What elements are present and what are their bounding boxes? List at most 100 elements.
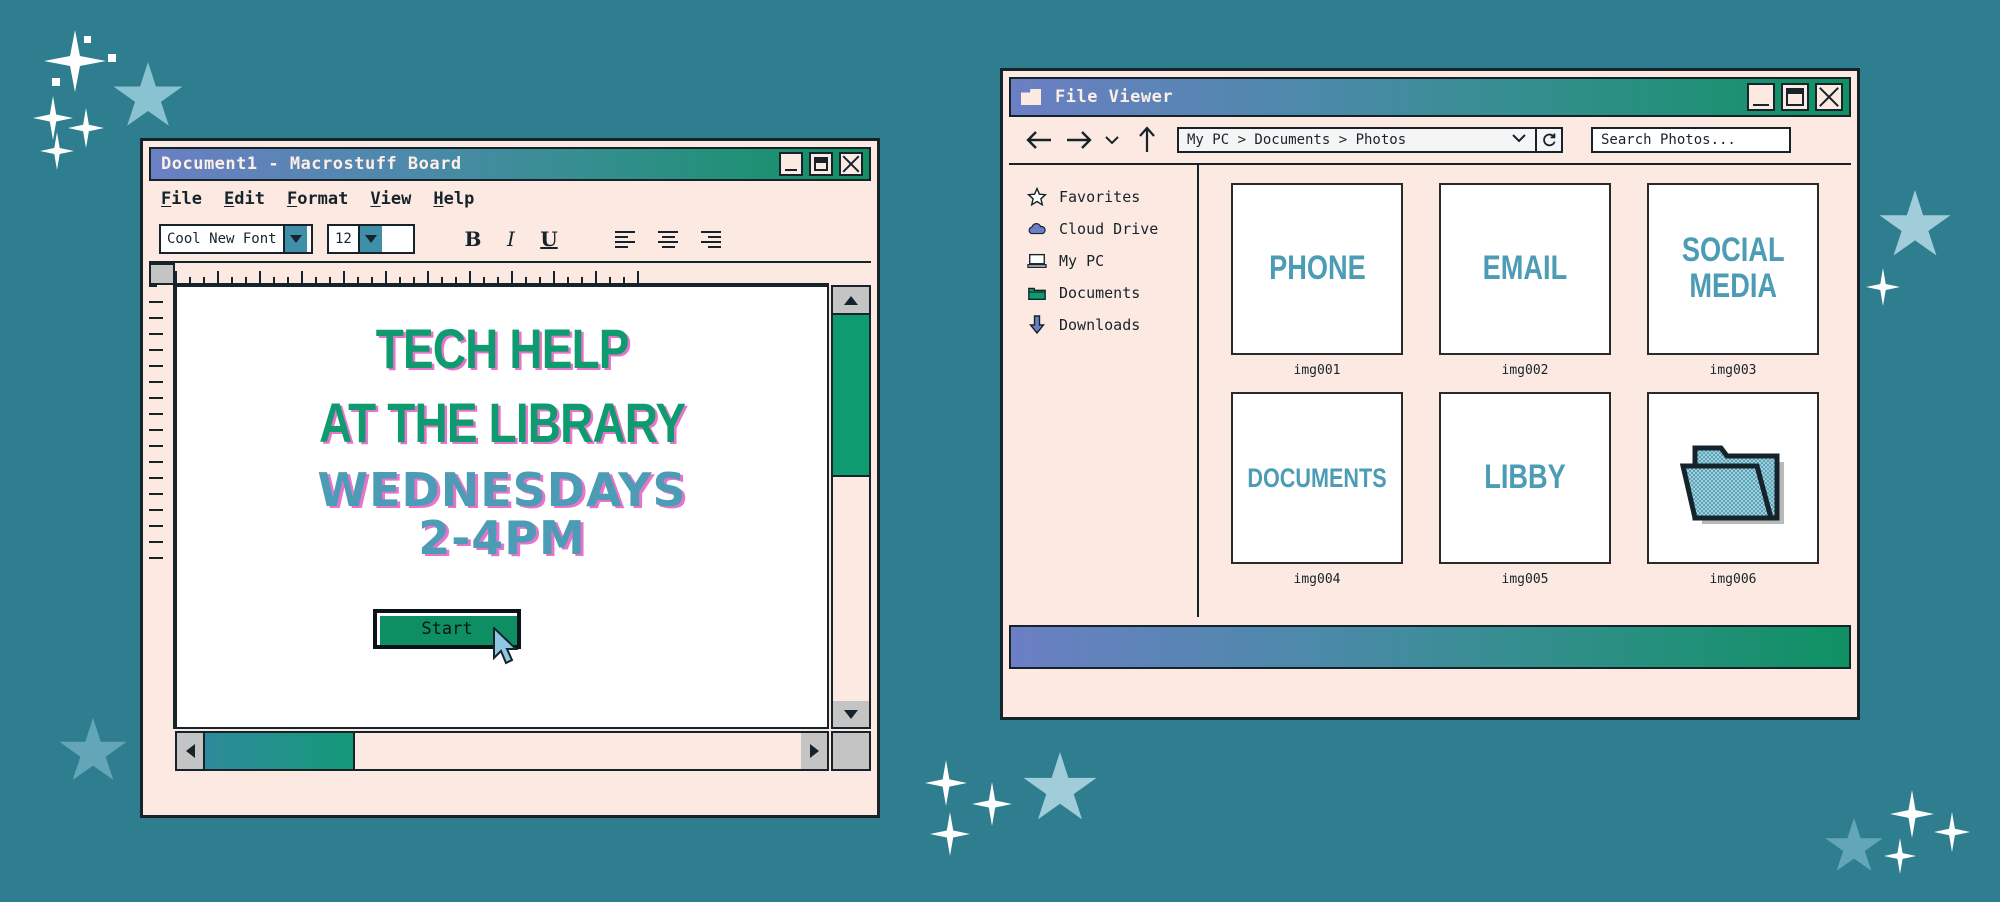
file-viewer-window[interactable]: File Viewer My PC > Documents > Photos S… xyxy=(1000,68,1860,720)
document-menubar: File Edit Format View Help xyxy=(149,181,871,217)
sidebar-item-my-pc[interactable]: My PC xyxy=(1009,245,1197,277)
address-bar[interactable]: My PC > Documents > Photos xyxy=(1177,127,1537,153)
bold-button[interactable]: B xyxy=(461,227,485,251)
sparkle-icon xyxy=(1890,790,1934,838)
pixel-star-icon xyxy=(113,62,183,126)
horizontal-scroll-track[interactable] xyxy=(355,733,801,769)
thumbnail-image[interactable] xyxy=(1647,392,1819,564)
pixel-star-icon xyxy=(1879,190,1951,256)
thumbnail-item[interactable]: DOCUMENTS img004 xyxy=(1223,392,1411,587)
chevron-down-icon[interactable] xyxy=(357,226,382,252)
forward-arrow-icon[interactable] xyxy=(1059,129,1099,151)
align-center-icon[interactable] xyxy=(655,230,681,248)
align-right-icon[interactable] xyxy=(695,230,721,248)
sidebar-label: Favorites xyxy=(1059,188,1141,206)
sidebar-item-cloud-drive[interactable]: Cloud Drive xyxy=(1009,213,1197,245)
font-family-value: Cool New Font xyxy=(167,231,277,247)
sidebar-label: Documents xyxy=(1059,284,1141,302)
thumbnail-item[interactable]: SOCIAL MEDIA img003 xyxy=(1639,183,1827,378)
thumbnail-item[interactable]: LIBBY img005 xyxy=(1431,392,1619,587)
ruler-corner xyxy=(149,263,175,285)
computer-icon xyxy=(1027,251,1047,271)
underline-button[interactable]: U xyxy=(537,227,561,251)
refresh-icon[interactable] xyxy=(1537,127,1563,153)
scroll-down-button[interactable] xyxy=(833,701,869,727)
sidebar-label: My PC xyxy=(1059,252,1105,270)
thumbnail-image[interactable]: SOCIAL MEDIA xyxy=(1647,183,1819,355)
align-left-icon[interactable] xyxy=(615,230,641,248)
poster-heading-line-1: TECH HELP xyxy=(375,317,630,380)
document-page[interactable]: TECH HELP AT THE LIBRARY WEDNESDAYS 2-4P… xyxy=(175,285,829,729)
sidebar-item-documents[interactable]: Documents xyxy=(1009,277,1197,309)
start-button-area: Start xyxy=(373,609,521,665)
menu-format[interactable]: Format xyxy=(287,189,348,209)
sparkle-dot xyxy=(84,36,91,43)
vertical-scroll-track[interactable] xyxy=(833,477,869,701)
file-viewer-titlebar[interactable]: File Viewer xyxy=(1009,77,1851,117)
thumbnail-item[interactable]: PHONE img001 xyxy=(1223,183,1411,378)
minimize-button[interactable] xyxy=(779,152,803,176)
thumbnail-image[interactable]: PHONE xyxy=(1231,183,1403,355)
document-window-controls xyxy=(779,152,863,176)
close-button[interactable] xyxy=(839,152,863,176)
menu-edit[interactable]: Edit xyxy=(224,189,265,209)
horizontal-ruler xyxy=(175,263,829,285)
menu-help[interactable]: Help xyxy=(433,189,474,209)
menu-file[interactable]: File xyxy=(161,189,202,209)
sidebar-label: Downloads xyxy=(1059,316,1141,334)
minimize-button[interactable] xyxy=(1747,83,1775,111)
history-chevron-down-icon[interactable] xyxy=(1099,134,1125,146)
scroll-right-button[interactable] xyxy=(801,733,827,769)
horizontal-scrollbar[interactable] xyxy=(175,731,829,771)
file-viewer-title: File Viewer xyxy=(1055,87,1174,107)
up-arrow-icon[interactable] xyxy=(1125,126,1169,154)
scrollbar-corner xyxy=(831,731,871,771)
sparkle-icon xyxy=(1934,812,1970,852)
sparkle-icon xyxy=(40,132,74,170)
sidebar-item-downloads[interactable]: Downloads xyxy=(1009,309,1197,341)
chevron-down-icon[interactable] xyxy=(282,226,307,252)
thumbnail-filename: img004 xyxy=(1293,572,1341,587)
thumbnail-image[interactable]: EMAIL xyxy=(1439,183,1611,355)
sparkle-icon xyxy=(925,760,967,806)
thumbnail-grid: PHONE img001 EMAIL img002 SOCIAL MEDIA i… xyxy=(1199,165,1851,617)
thumbnail-image[interactable]: LIBBY xyxy=(1439,392,1611,564)
maximize-button[interactable] xyxy=(1781,83,1809,111)
thumbnail-caption-text: PHONE xyxy=(1268,249,1366,288)
thumbnail-item[interactable]: EMAIL img002 xyxy=(1431,183,1619,378)
sparkle-icon xyxy=(33,96,73,140)
poster-heading-line-2: AT THE LIBRARY xyxy=(318,391,686,454)
document-titlebar[interactable]: Document1 - Macrostuff Board xyxy=(149,147,871,181)
back-arrow-icon[interactable] xyxy=(1019,129,1059,151)
horizontal-scroll-thumb[interactable] xyxy=(203,733,355,769)
maximize-button[interactable] xyxy=(809,152,833,176)
scroll-left-button[interactable] xyxy=(177,733,203,769)
font-family-dropdown[interactable]: Cool New Font xyxy=(159,224,313,254)
sidebar-item-favorites[interactable]: Favorites xyxy=(1009,181,1197,213)
file-viewer-window-controls xyxy=(1747,83,1843,111)
address-bar-value: My PC > Documents > Photos xyxy=(1187,132,1407,148)
thumbnail-caption-text: EMAIL xyxy=(1482,249,1568,288)
scroll-up-button[interactable] xyxy=(833,287,869,313)
thumbnail-caption-text: LIBBY xyxy=(1484,458,1566,497)
vertical-scroll-thumb[interactable] xyxy=(833,313,869,477)
font-size-dropdown[interactable]: 12 xyxy=(327,224,415,254)
search-input-placeholder: Search Photos... xyxy=(1601,132,1736,148)
document-title: Document1 - Macrostuff Board xyxy=(161,154,462,174)
pixel-star-icon xyxy=(1825,818,1883,871)
close-button[interactable] xyxy=(1815,83,1843,111)
sparkle-icon xyxy=(1884,838,1916,874)
search-input[interactable]: Search Photos... xyxy=(1591,127,1791,153)
vertical-scrollbar[interactable] xyxy=(831,285,871,729)
document-window[interactable]: Document1 - Macrostuff Board File Edit F… xyxy=(140,138,880,818)
pixel-star-icon xyxy=(1023,752,1097,820)
thumbnail-caption-text: DOCUMENTS xyxy=(1247,462,1387,493)
menu-view[interactable]: View xyxy=(370,189,411,209)
thumbnail-filename: img003 xyxy=(1709,363,1757,378)
address-chevron-down-icon[interactable] xyxy=(1511,132,1527,148)
sidebar-label: Cloud Drive xyxy=(1059,220,1159,238)
thumbnail-item[interactable]: img006 xyxy=(1639,392,1827,587)
thumbnail-image[interactable]: DOCUMENTS xyxy=(1231,392,1403,564)
poster-accent-line-2: 2-4PM xyxy=(418,511,586,565)
italic-button[interactable]: I xyxy=(499,227,523,251)
